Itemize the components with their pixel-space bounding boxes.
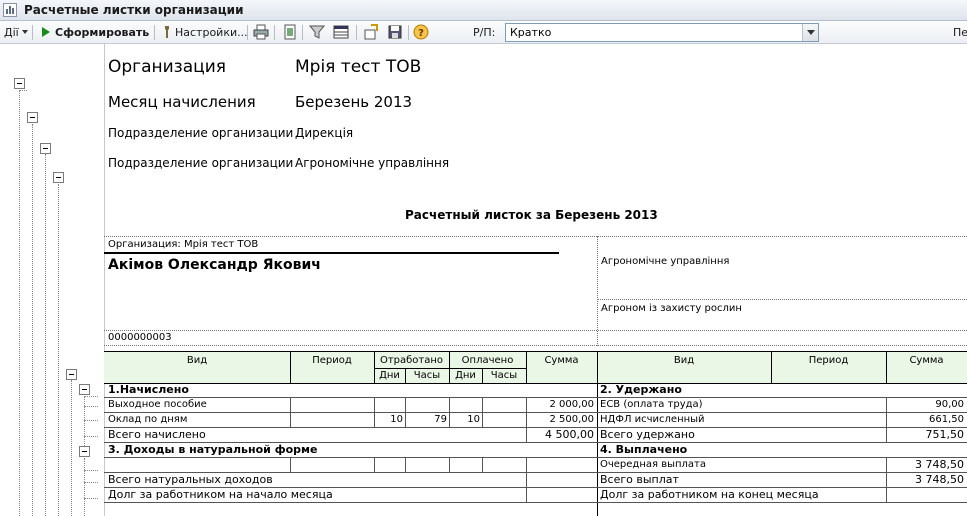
withheld-row1-name: ЕСВ (оплата труда)	[600, 399, 703, 410]
org-value: Мрія тест ТОВ	[295, 57, 422, 77]
wrench-icon	[165, 26, 169, 38]
print-icon[interactable]	[253, 24, 269, 40]
dept2-label: Подразделение организации	[108, 156, 294, 170]
collapse-group-toggle[interactable]	[66, 369, 77, 380]
row1-sum: 2 000,00	[549, 399, 594, 410]
collapse-group-toggle[interactable]	[40, 143, 51, 154]
col-header-period: Период	[312, 355, 352, 366]
window-title-bar: Расчетные листки организации	[0, 0, 967, 21]
collapse-group-toggle[interactable]	[27, 112, 38, 123]
debt-end-label: Долг за работником на конец месяца	[600, 488, 819, 501]
section-accrued: 1.Начислено	[108, 383, 189, 396]
report-window-icon	[3, 3, 17, 17]
export-icon[interactable]	[363, 24, 379, 40]
rp-dropdown-button[interactable]	[802, 24, 818, 41]
collapse-group-toggle[interactable]	[53, 172, 64, 183]
section-natural-income: 3. Доходы в натуральной форме	[108, 443, 318, 456]
org-label: Организация	[108, 57, 226, 77]
svg-text:?: ?	[418, 28, 424, 39]
page-preview-icon[interactable]	[282, 24, 298, 40]
total-paid-label: Всего выплат	[600, 473, 679, 486]
report-title: Расчетный листок за Березень 2013	[405, 208, 658, 222]
collapse-group-toggle[interactable]	[79, 446, 90, 457]
chevron-down-icon	[21, 30, 28, 34]
total-paid-value: 3 748,50	[915, 473, 964, 486]
col-header-paid-days: Дни	[455, 370, 476, 381]
total-withheld-label: Всего удержано	[600, 428, 695, 441]
month-label: Месяц начисления	[108, 93, 256, 111]
rp-label: Р/П:	[473, 26, 496, 39]
col-header-days: Дни	[379, 370, 400, 381]
settings-button[interactable]: Настройки...	[162, 24, 248, 41]
tab-number: 0000000003	[108, 332, 172, 343]
total-withheld-value: 751,50	[925, 428, 965, 441]
chevron-down-icon	[807, 30, 815, 35]
dept1-label: Подразделение организации	[108, 126, 294, 140]
collapse-group-toggle[interactable]	[14, 78, 25, 89]
org-line: Организация: Мрія тест ТОВ	[108, 239, 259, 250]
col-header-paid-hours: Часы	[490, 370, 518, 381]
dept2-value: Агрономічне управління	[295, 156, 450, 170]
employee-department: Агрономічне управління	[601, 256, 730, 267]
col-header-paid: Оплачено	[461, 355, 514, 366]
employee-position: Агроном із захисту рослин	[601, 303, 742, 314]
total-accrued-label: Всего начислено	[108, 428, 206, 441]
filter-icon[interactable]	[309, 24, 325, 40]
section-withheld: 2. Удержано	[600, 383, 682, 396]
toolbar-right-label: Пе	[953, 26, 967, 39]
actions-menu-button[interactable]: Дії	[4, 24, 28, 41]
payout-row-sum: 3 748,50	[915, 458, 964, 471]
col-header-worked: Отработано	[379, 355, 444, 366]
total-natural-label: Всего натуральных доходов	[108, 473, 273, 486]
row2-hours: 79	[434, 414, 447, 425]
col-header-period2: Период	[808, 355, 849, 366]
withheld-row1-sum: 90,00	[935, 399, 964, 410]
payout-row-name: Очередная выплата	[600, 459, 707, 470]
row1-name: Выходное пособие	[108, 399, 207, 410]
col-header-vid2: Вид	[673, 355, 695, 366]
dept1-value: Дирекція	[295, 126, 354, 140]
toolbar: Дії Сформировать Настройки... ? Р/П: Кра…	[0, 21, 967, 44]
play-icon	[42, 27, 50, 37]
save-icon[interactable]	[387, 24, 403, 40]
employee-name: Акімов Олександр Якович	[108, 257, 321, 273]
collapse-group-toggle[interactable]	[79, 384, 90, 395]
outline-gutter	[0, 44, 104, 516]
row2-sum: 2 500,00	[549, 414, 594, 425]
window-title: Расчетные листки организации	[24, 3, 244, 17]
help-icon[interactable]: ?	[413, 24, 429, 40]
generate-button[interactable]: Сформировать	[42, 24, 149, 41]
month-value: Березень 2013	[295, 93, 413, 111]
col-header-sum2: Сумма	[909, 355, 944, 366]
sheet-left-border	[104, 44, 105, 516]
row2-name: Оклад по дням	[108, 414, 188, 425]
section-paid-out: 4. Выплачено	[600, 443, 688, 456]
rp-combo-value: Кратко	[510, 26, 552, 39]
table-layout-icon[interactable]	[333, 24, 349, 40]
total-accrued-value: 4 500,00	[545, 428, 594, 441]
row2-days: 10	[390, 414, 403, 425]
withheld-row2-sum: 661,50	[929, 414, 964, 425]
row2-paid-days: 10	[467, 414, 480, 425]
col-header-hours: Часы	[413, 370, 441, 381]
rp-combo-box[interactable]: Кратко	[505, 23, 819, 42]
col-header-sum: Сумма	[544, 355, 579, 366]
col-header-vid: Вид	[186, 355, 208, 366]
withheld-row2-name: НДФЛ исчисленный	[600, 414, 705, 425]
debt-start-label: Долг за работником на начало месяца	[108, 488, 333, 501]
